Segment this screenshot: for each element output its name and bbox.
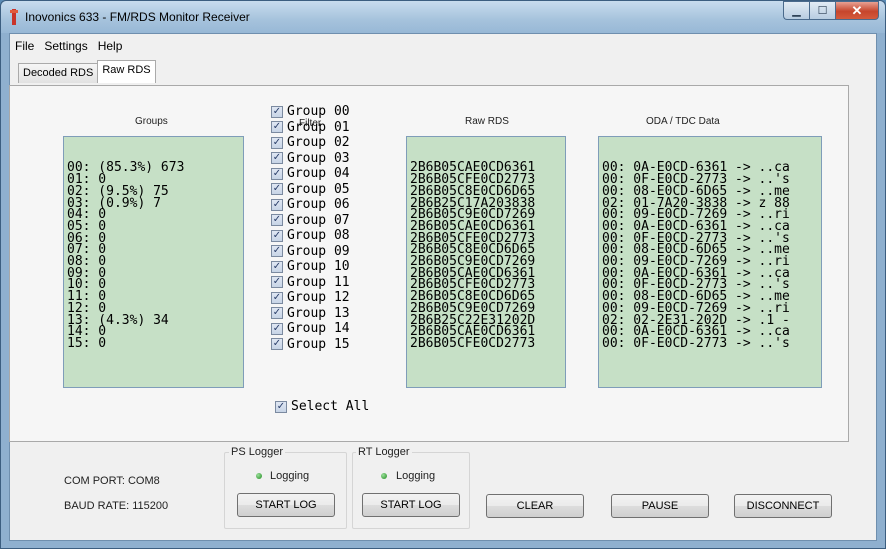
filter-list: ✓ Group 00 ✓ Group 01 ✓ Group 02 ✓ Group 03 ✓ Gro… — [271, 104, 350, 352]
filter-checkbox[interactable]: ✓ — [271, 152, 283, 165]
filter-group-row[interactable]: ✓ Group 01 — [271, 120, 350, 136]
filter-group-label: Group 07 — [287, 212, 350, 228]
group-count-row[interactable]: 15: 0 — [67, 337, 240, 350]
filter-checkbox[interactable]: ✓ — [271, 260, 283, 273]
filter-group-label: Group 10 — [287, 259, 350, 275]
groups-list[interactable]: 00: (85.3%) 673 01: 0 02: (9.5%) 75 03: (0.… — [63, 136, 244, 388]
maximize-button[interactable]: ☐ — [809, 1, 835, 20]
close-icon: ✕ — [851, 2, 863, 18]
ps-logging-led — [256, 473, 262, 479]
filter-group-label: Group 08 — [287, 228, 350, 244]
menu-bar: File Settings Help — [10, 34, 876, 56]
ps-start-log-button[interactable]: START LOG — [237, 493, 335, 517]
select-all-checkbox[interactable]: ✓ — [275, 400, 287, 413]
com-port-label: COM PORT: COM8 — [64, 475, 160, 487]
filter-group-label: Group 11 — [287, 274, 350, 290]
filter-group-label: Group 15 — [287, 336, 350, 352]
baud-rate-label: BAUD RATE: 115200 — [64, 500, 169, 512]
filter-group-label: Group 12 — [287, 290, 350, 306]
filter-group-row[interactable]: ✓ Group 07 — [271, 213, 350, 229]
filter-checkbox[interactable]: ✓ — [271, 245, 283, 258]
filter-group-row[interactable]: ✓ Group 12 — [271, 290, 350, 306]
filter-group-row[interactable]: ✓ Group 10 — [271, 259, 350, 275]
filter-checkbox[interactable]: ✓ — [271, 136, 283, 149]
tab-strip: Decoded RDS Raw RDS — [18, 60, 156, 83]
filter-group-row[interactable]: ✓ Group 04 — [271, 166, 350, 182]
minimize-icon: ▁ — [792, 5, 801, 17]
rt-logger-title: RT Logger — [356, 446, 412, 458]
menu-file[interactable]: File — [10, 34, 39, 56]
filter-group-label: Group 02 — [287, 135, 350, 151]
rt-logging-status: Logging — [396, 470, 436, 482]
filter-group-row[interactable]: ✓ Group 11 — [271, 275, 350, 291]
filter-checkbox[interactable]: ✓ — [271, 121, 283, 134]
rt-logger-group — [352, 452, 470, 529]
raw-rds-row[interactable]: 2B6B05CFE0CD2773 — [410, 337, 562, 350]
filter-group-label: Group 14 — [287, 321, 350, 337]
window-title: Inovonics 633 - FM/RDS Monitor Receiver — [25, 10, 250, 24]
ps-logger-title: PS Logger — [229, 446, 285, 458]
disconnect-button[interactable]: DISCONNECT — [734, 494, 832, 518]
menu-settings[interactable]: Settings — [39, 34, 92, 56]
raw-rds-header: Raw RDS — [465, 116, 509, 127]
filter-group-row[interactable]: ✓ Group 02 — [271, 135, 350, 151]
filter-group-row[interactable]: ✓ Group 00 — [271, 104, 350, 120]
maximize-icon: ☐ — [817, 5, 828, 17]
rt-logging-led — [381, 473, 387, 479]
filter-checkbox[interactable]: ✓ — [271, 338, 283, 351]
filter-checkbox[interactable]: ✓ — [271, 198, 283, 211]
ps-logging-status: Logging — [270, 470, 310, 482]
filter-group-row[interactable]: ✓ Group 14 — [271, 321, 350, 337]
filter-group-label: Group 04 — [287, 166, 350, 182]
filter-checkbox[interactable]: ✓ — [271, 183, 283, 196]
oda-list[interactable]: 00: 0A-E0CD-6361 -> ..ca 00: 0F-E0CD-2773… — [598, 136, 822, 388]
menu-help[interactable]: Help — [93, 34, 128, 56]
close-button[interactable]: ✕ — [835, 1, 879, 20]
pause-button[interactable]: PAUSE — [611, 494, 709, 518]
filter-group-label: Group 09 — [287, 243, 350, 259]
filter-group-row[interactable]: ✓ Group 06 — [271, 197, 350, 213]
filter-checkbox[interactable]: ✓ — [271, 105, 283, 118]
filter-group-label: Group 00 — [287, 104, 350, 120]
filter-checkbox[interactable]: ✓ — [271, 322, 283, 335]
filter-checkbox[interactable]: ✓ — [271, 229, 283, 242]
filter-group-row[interactable]: ✓ Group 09 — [271, 244, 350, 260]
filter-checkbox[interactable]: ✓ — [271, 291, 283, 304]
tab-raw-rds[interactable]: Raw RDS — [97, 60, 156, 83]
filter-group-label: Group 05 — [287, 181, 350, 197]
select-all-row[interactable]: ✓ Select All — [275, 399, 369, 415]
clear-button[interactable]: CLEAR — [486, 494, 584, 518]
filter-group-row[interactable]: ✓ Group 08 — [271, 228, 350, 244]
filter-group-row[interactable]: ✓ Group 05 — [271, 182, 350, 198]
filter-group-label: Group 13 — [287, 305, 350, 321]
filter-checkbox[interactable]: ✓ — [271, 214, 283, 227]
filter-group-row[interactable]: ✓ Group 15 — [271, 337, 350, 353]
oda-row[interactable]: 00: 0F-E0CD-2773 -> ..'s — [602, 337, 818, 350]
filter-group-row[interactable]: ✓ Group 03 — [271, 151, 350, 167]
filter-checkbox[interactable]: ✓ — [271, 307, 283, 320]
rt-start-log-button[interactable]: START LOG — [362, 493, 460, 517]
select-all-label: Select All — [291, 399, 370, 415]
filter-group-label: Group 03 — [287, 150, 350, 166]
filter-group-label: Group 01 — [287, 119, 350, 135]
tab-decoded-rds[interactable]: Decoded RDS — [18, 63, 99, 83]
groups-header: Groups — [135, 116, 168, 127]
filter-group-label: Group 06 — [287, 197, 350, 213]
oda-header: ODA / TDC Data — [646, 116, 720, 127]
filter-checkbox[interactable]: ✓ — [271, 167, 283, 180]
raw-rds-list[interactable]: 2B6B05CAE0CD6361 2B6B05CFE0CD2773 2B6B05C8… — [406, 136, 566, 388]
minimize-button[interactable]: ▁ — [783, 1, 809, 20]
filter-group-row[interactable]: ✓ Group 13 — [271, 306, 350, 322]
app-icon — [10, 9, 18, 25]
title-bar[interactable]: Inovonics 633 - FM/RDS Monitor Receiver … — [1, 1, 885, 33]
filter-checkbox[interactable]: ✓ — [271, 276, 283, 289]
ps-logger-group — [224, 452, 347, 529]
